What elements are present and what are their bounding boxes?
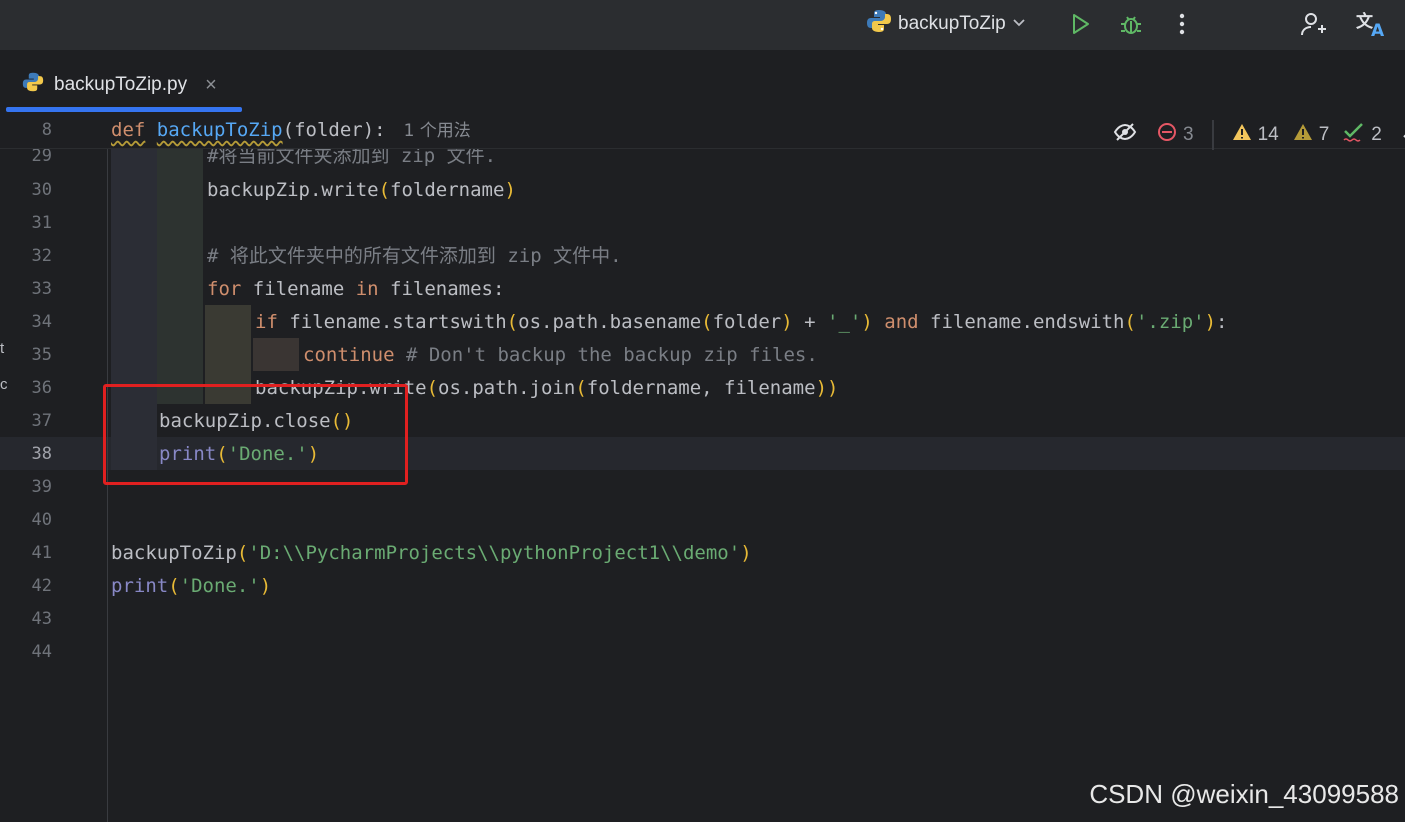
line-number: 39 [31,477,52,497]
indent-band-level-4 [253,338,299,371]
svg-text:A: A [1371,21,1385,38]
python-file-icon [22,71,44,99]
weak-warning-count: 7 [1318,124,1330,145]
line-number: 37 [31,411,52,431]
run-configuration-label: backupToZip [898,13,1006,34]
code-line[interactable]: continue # Don't backup the backup zip f… [303,339,818,372]
code-line[interactable]: print('Done.') [111,570,271,603]
code-line[interactable]: # 将此文件夹中的所有文件添加到 zip 文件中. [207,240,622,273]
code-line[interactable]: for filename in filenames: [207,273,504,306]
python-icon [866,8,892,40]
line-number: 31 [31,213,52,233]
warning-icon [1232,123,1252,147]
sticky-line-number: 8 [41,120,52,140]
line-number-current: 38 [31,444,52,464]
code-line[interactable]: backupZip.write(foldername) [207,174,516,207]
sticky-keyword: def [111,119,146,141]
chevron-down-icon [1012,13,1026,35]
divider [1211,120,1214,150]
line-number: 44 [31,642,52,662]
code-line[interactable]: backupToZip('D:\\PycharmProjects\\python… [111,537,752,570]
warning-count: 14 [1257,124,1279,145]
sticky-params: (folder): [282,119,386,141]
editor-tab-bar: backupToZip.py × [0,50,1405,115]
line-number: 33 [31,279,52,299]
error-icon [1157,122,1177,148]
more-options-icon[interactable] [1166,8,1198,40]
inspection-widget[interactable]: 3 14 7 2 [1113,120,1405,150]
typo-count: 2 [1371,124,1382,145]
side-panel-fragment: c [0,376,8,393]
usages-hint[interactable]: 1 个用法 [404,121,471,141]
side-panel-fragment: t [0,340,5,357]
line-number: 43 [31,609,52,629]
indent-band-level-2 [157,148,203,404]
line-number: 41 [31,543,52,563]
line-number: 35 [31,345,52,365]
active-tab-indicator [6,107,242,112]
line-number: 40 [31,510,52,530]
add-user-icon[interactable] [1297,8,1329,40]
line-number: 42 [31,576,52,596]
highlight-annotation-box [103,384,408,485]
debug-icon[interactable] [1115,8,1147,40]
weak-warning-icon [1293,123,1313,147]
tab-label: backupToZip.py [54,74,188,95]
reader-mode-eye-icon[interactable] [1113,122,1137,148]
close-tab-icon[interactable]: × [205,74,217,97]
run-configuration-selector[interactable]: backupToZip [866,8,1026,40]
translate-icon[interactable]: 文A [1355,8,1387,40]
sticky-code: def backupToZip(folder): 1 个用法 [111,114,471,147]
gutter-divider [107,148,108,822]
sticky-function-name: backupToZip [156,119,283,141]
code-line[interactable]: if filename.startswith(os.path.basename(… [255,306,1228,339]
line-number: 32 [31,246,52,266]
line-number: 34 [31,312,52,332]
watermark: CSDN @weixin_43099588 [1089,779,1399,809]
typo-check-icon [1343,122,1365,148]
tab-backuptozip-py[interactable]: backupToZip.py × [8,62,231,108]
line-number: 30 [31,180,52,200]
run-icon[interactable] [1064,8,1096,40]
error-count: 3 [1183,124,1194,145]
main-toolbar: backupToZip 文A [0,0,1405,50]
